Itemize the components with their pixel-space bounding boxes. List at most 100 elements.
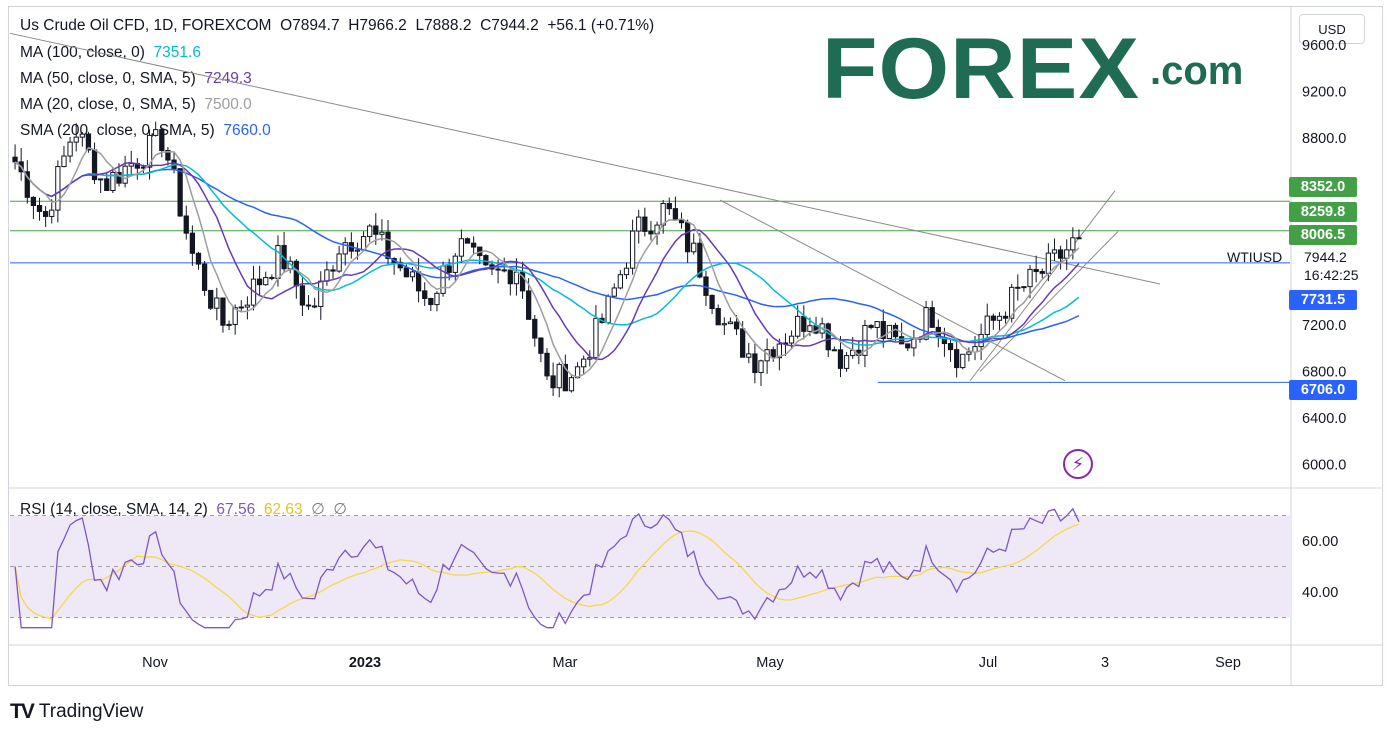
candle-body — [305, 304, 312, 307]
sma200-line — [14, 161, 1080, 344]
candle-body — [691, 242, 697, 253]
channel-line — [969, 190, 1116, 382]
price-axis-label: 9600.0 — [1302, 38, 1346, 54]
candle-body — [159, 129, 165, 152]
candle-body — [905, 343, 911, 349]
candle-body — [1039, 271, 1045, 274]
candle-body — [801, 315, 807, 332]
ma100-line — [14, 161, 1080, 346]
time-axis-label: Mar — [553, 655, 578, 671]
trendline — [9, 32, 1161, 285]
candle-body — [996, 315, 1003, 321]
candle-body — [42, 211, 49, 217]
candle-body — [874, 321, 880, 328]
candle-body — [868, 324, 874, 328]
candle-body — [434, 292, 440, 306]
candle-body — [256, 278, 263, 286]
candle-body — [226, 323, 232, 326]
candle-body — [153, 129, 159, 136]
candle-body — [428, 297, 434, 306]
rsi-axis-label: 60.00 — [1302, 534, 1338, 550]
candle-body — [666, 203, 672, 210]
candle-body — [79, 133, 85, 138]
candle-body — [128, 163, 134, 167]
candle-body — [544, 352, 550, 377]
candle-body — [672, 208, 679, 220]
candle-body — [568, 377, 575, 392]
candle-body — [843, 355, 850, 369]
candle-body — [1070, 237, 1076, 251]
candle-body — [189, 232, 196, 254]
time-axis-label: 3 — [1101, 655, 1109, 671]
candle-body — [495, 268, 501, 271]
candle-body — [660, 203, 666, 226]
rsi-signal-value: 62.63 — [263, 501, 303, 518]
price-axis-label: 6400.0 — [1302, 411, 1346, 427]
tradingview-label: TradingView — [38, 701, 144, 722]
candle-body — [538, 337, 544, 354]
candle-body — [709, 294, 715, 310]
candle-body — [1027, 268, 1033, 288]
lightning-icon[interactable]: ⚡ — [1063, 449, 1093, 479]
price-level-badge[interactable]: 7731.5 — [1289, 290, 1357, 310]
price-axis-label: 8800.0 — [1302, 131, 1346, 147]
candle-body — [593, 317, 599, 359]
tradingview-branding[interactable]: TV TradingView — [10, 700, 143, 724]
candle-body — [30, 196, 37, 207]
candle-body — [409, 271, 416, 278]
time-axis-label: 2023 — [349, 655, 381, 671]
candle-body — [733, 321, 740, 330]
candle-body — [611, 287, 617, 297]
candle-body — [312, 305, 318, 308]
candle-body — [642, 216, 648, 232]
candle-body — [55, 166, 61, 211]
candle-body — [947, 343, 954, 351]
candle-body — [299, 285, 306, 306]
rsi-legend[interactable]: RSI (14, close, SMA, 14, 2) 67.56 62.63 … — [20, 500, 347, 519]
candle-body — [892, 324, 899, 338]
candle-body — [403, 267, 410, 278]
bar-countdown: 16:42:25 — [1304, 267, 1359, 283]
candle-body — [770, 349, 776, 359]
candle-body — [73, 136, 79, 143]
time-axis-label: Jul — [979, 655, 998, 671]
candle-body — [929, 307, 935, 328]
candle-body — [966, 351, 972, 355]
rsi-extra-value: ∅ — [311, 501, 325, 518]
time-axis-label: Sep — [1215, 655, 1241, 671]
candle-body — [795, 315, 801, 337]
candle-body — [379, 231, 385, 235]
candle-body — [61, 155, 67, 168]
price-chart[interactable]: 60.00 40.00 9600.0 9200.0 8800.0 7200.0 6800.… — [0, 0, 1397, 735]
candle-body — [238, 306, 244, 309]
candle-body — [1076, 237, 1082, 240]
candle-body — [532, 318, 538, 339]
last-price-label: 7944.2 — [1304, 249, 1347, 265]
candle-body — [684, 222, 691, 253]
candle-body — [49, 209, 55, 217]
candle-body — [1051, 249, 1058, 254]
price-level-badge[interactable]: 8006.5 — [1289, 225, 1357, 245]
price-level-badge[interactable]: 8352.0 — [1289, 177, 1357, 197]
candle-body — [825, 323, 831, 351]
candle-body — [201, 263, 208, 291]
candle-body — [758, 360, 764, 374]
candle-body — [177, 168, 183, 217]
rsi-label: RSI (14, close, SMA, 14, 2) — [20, 501, 208, 518]
candle-body — [526, 290, 532, 320]
candle-body — [464, 238, 471, 244]
candle-body — [990, 315, 996, 321]
candle-body — [617, 274, 624, 289]
price-level-badge[interactable]: 8259.8 — [1289, 202, 1357, 222]
price-level-badge[interactable]: 6706.0 — [1289, 380, 1357, 400]
candle-body — [752, 353, 758, 374]
symbol-tag: WTIUSD — [1227, 249, 1283, 265]
candle-body — [1021, 286, 1027, 289]
candle-body — [629, 230, 636, 269]
rsi-axis-label: 40.00 — [1302, 585, 1338, 601]
candle-body — [195, 252, 202, 265]
candle-body — [470, 242, 477, 248]
candle-body — [220, 297, 226, 326]
candle-body — [458, 238, 465, 257]
candle-body — [1015, 286, 1021, 289]
